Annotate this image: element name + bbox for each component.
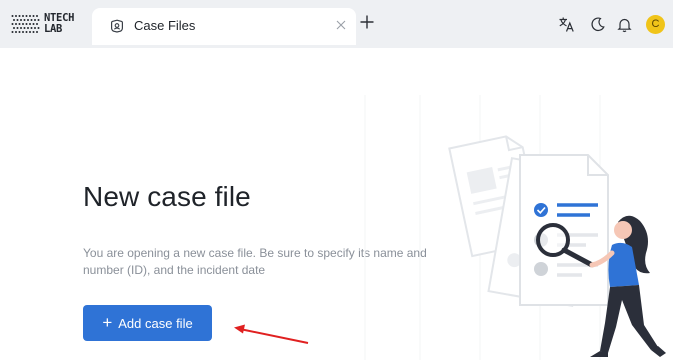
moon-icon[interactable]	[589, 16, 606, 33]
logo-dots-icon	[11, 15, 40, 33]
close-icon[interactable]	[334, 17, 348, 33]
ntech-lab-logo[interactable]: NTECH LAB	[11, 13, 81, 35]
bell-icon[interactable]	[616, 16, 633, 33]
logo-text: NTECH LAB	[44, 13, 74, 35]
badge-icon	[111, 19, 123, 33]
add-button-label: Add case file	[118, 315, 193, 331]
red-arrow-icon	[234, 324, 309, 344]
tab-case-files[interactable]: Case Files	[92, 8, 356, 45]
avatar[interactable]: C	[646, 15, 665, 34]
page-title: New case file	[83, 181, 251, 212]
case-file-illustration	[364, 95, 666, 360]
top-bar: NTECH LAB Case Files C	[0, 0, 673, 48]
translate-icon[interactable]	[558, 16, 575, 33]
plus-icon[interactable]	[359, 14, 375, 30]
logo-line-2: LAB	[44, 23, 63, 35]
tab-label: Case Files	[134, 18, 196, 33]
plus-icon: +	[102, 313, 113, 332]
add-case-file-button[interactable]: + Add case file	[83, 305, 212, 341]
